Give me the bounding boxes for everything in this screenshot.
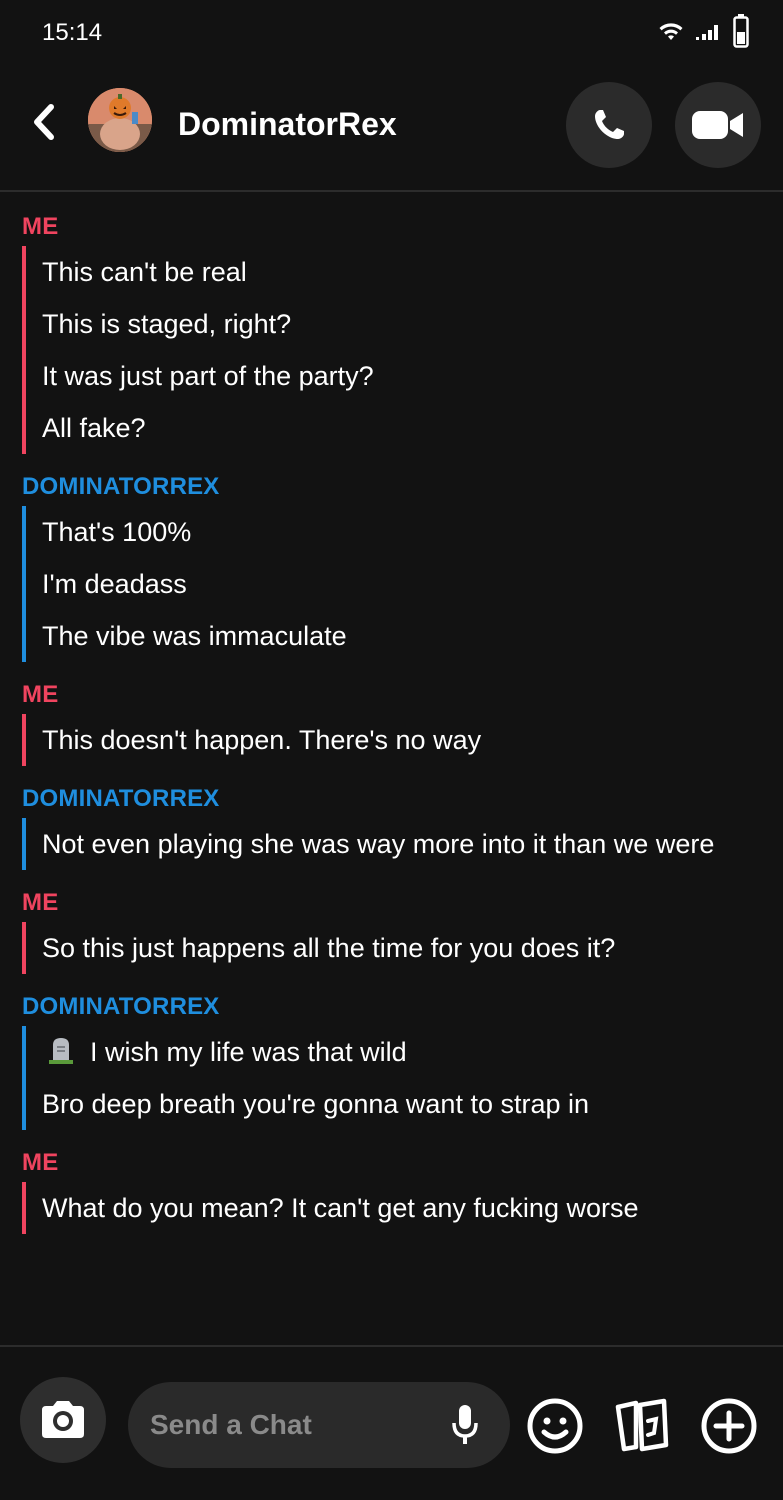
video-call-button[interactable] <box>675 82 761 168</box>
contact-name[interactable]: DominatorRex <box>178 106 397 143</box>
message-text[interactable]: It was just part of the party? <box>42 350 783 402</box>
cards-button[interactable] <box>612 1397 672 1460</box>
video-icon <box>692 111 743 139</box>
sender-label: ME <box>22 681 59 708</box>
message-block: What do you mean? It can't get any fucki… <box>22 1182 783 1234</box>
phone-icon <box>595 110 624 139</box>
message-group: ME This can't be real This is staged, ri… <box>0 206 783 454</box>
message-group: DOMINATORREX I wish my life was that wil… <box>0 986 783 1130</box>
message-text: I wish my life was that wild <box>90 1037 407 1067</box>
sender-label: DOMINATORREX <box>22 785 220 812</box>
plus-button[interactable] <box>700 1397 758 1460</box>
voice-call-button[interactable] <box>566 82 652 168</box>
cards-icon <box>615 1398 669 1452</box>
composer-bar <box>0 1345 783 1500</box>
message-block: This doesn't happen. There's no way <box>22 714 783 766</box>
message-text[interactable]: So this just happens all the time for yo… <box>42 922 783 974</box>
message-text[interactable]: This can't be real <box>42 246 783 298</box>
message-text[interactable]: I'm deadass <box>42 558 783 610</box>
back-button[interactable] <box>26 102 62 142</box>
message-text[interactable]: This doesn't happen. There's no way <box>42 714 783 766</box>
sender-label: DOMINATORREX <box>22 473 220 500</box>
camera-icon <box>42 1401 84 1438</box>
message-group: ME This doesn't happen. There's no way <box>0 674 783 766</box>
message-block: That's 100% I'm deadass The vibe was imm… <box>22 506 783 662</box>
headstone-emoji-icon <box>49 1038 73 1064</box>
mic-icon <box>452 1405 478 1444</box>
message-text[interactable]: That's 100% <box>42 506 783 558</box>
message-text[interactable]: This is staged, right? <box>42 298 783 350</box>
message-text[interactable]: Bro deep breath you're gonna want to str… <box>42 1078 783 1130</box>
message-group: ME What do you mean? It can't get any fu… <box>0 1142 783 1234</box>
message-block: So this just happens all the time for yo… <box>22 922 783 974</box>
message-block: I wish my life was that wild Bro deep br… <box>22 1026 783 1130</box>
sender-label: DOMINATORREX <box>22 993 220 1020</box>
back-icon <box>34 104 54 140</box>
chat-header: DominatorRex <box>0 66 783 192</box>
mic-button[interactable] <box>450 1403 480 1452</box>
status-icons <box>657 14 749 48</box>
sender-label: ME <box>22 1149 59 1176</box>
status-time: 15:14 <box>42 19 103 46</box>
message-block: Not even playing she was way more into i… <box>22 818 783 870</box>
message-text[interactable]: What do you mean? It can't get any fucki… <box>42 1182 783 1234</box>
battery-icon <box>733 14 749 48</box>
sender-label: ME <box>22 213 59 240</box>
camera-button[interactable] <box>20 1377 106 1463</box>
signal-icon <box>696 25 718 40</box>
message-list: ME This can't be real This is staged, ri… <box>0 206 783 1234</box>
message-group: DOMINATORREX Not even playing she was wa… <box>0 778 783 870</box>
message-text[interactable]: Not even playing she was way more into i… <box>42 818 783 870</box>
message-line-with-emoji[interactable]: I wish my life was that wild <box>42 1026 783 1078</box>
message-group: DOMINATORREX That's 100% I'm deadass The… <box>0 466 783 662</box>
emoji-button[interactable] <box>526 1397 584 1460</box>
message-text[interactable]: All fake? <box>42 402 783 454</box>
message-group: ME So this just happens all the time for… <box>0 882 783 974</box>
status-bar: 15:14 <box>0 0 783 66</box>
sender-label: ME <box>22 889 59 916</box>
emoji-icon <box>527 1398 583 1454</box>
plus-icon <box>701 1398 757 1454</box>
message-text[interactable]: The vibe was immaculate <box>42 610 783 662</box>
message-block: This can't be real This is staged, right… <box>22 246 783 454</box>
wifi-icon <box>659 23 683 40</box>
avatar[interactable] <box>88 88 152 152</box>
